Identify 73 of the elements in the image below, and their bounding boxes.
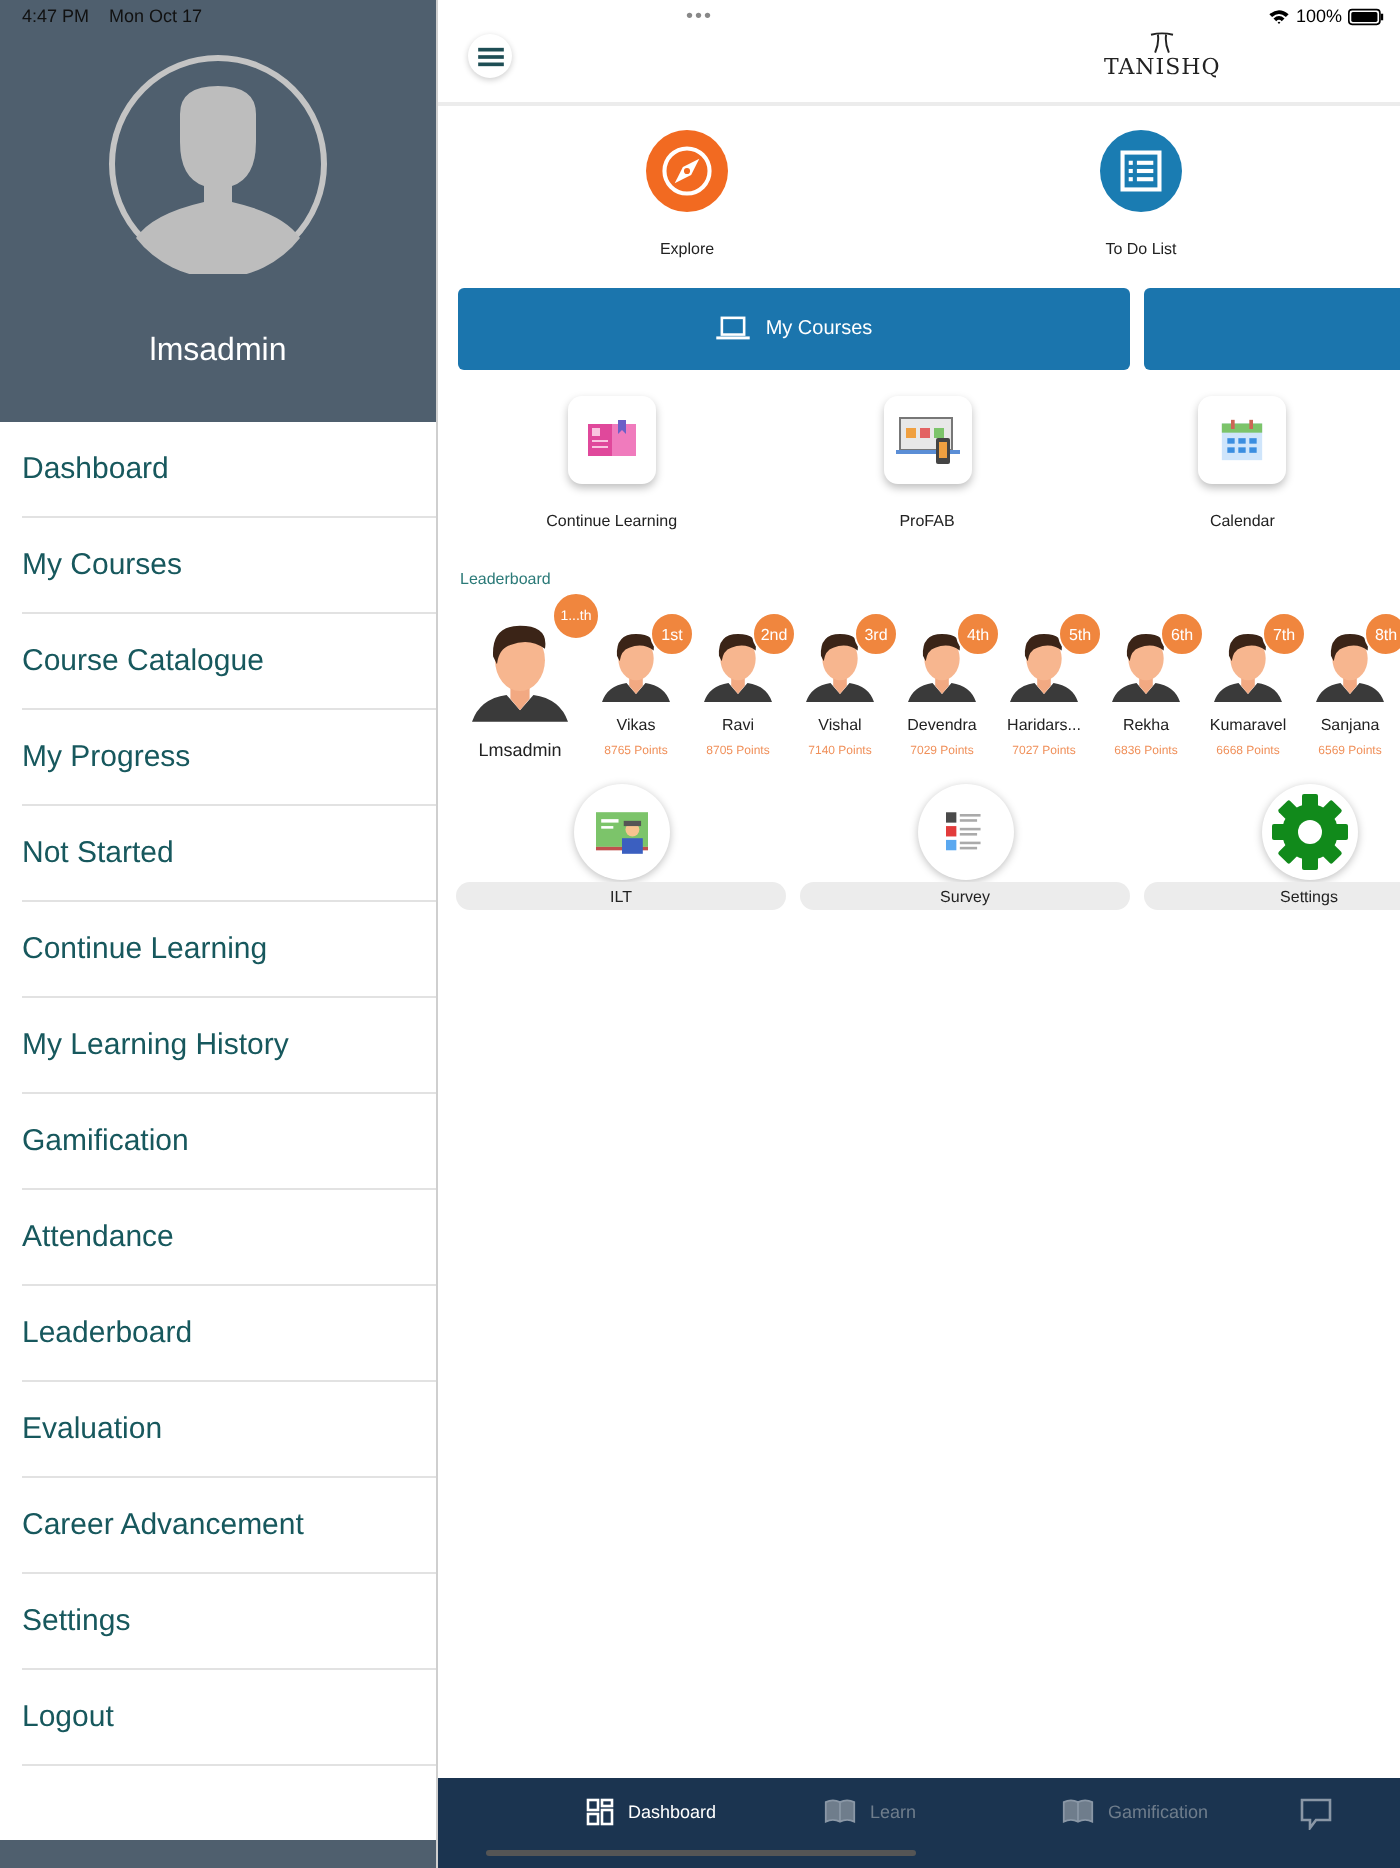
nav-tab[interactable]: Dashboard bbox=[586, 1798, 824, 1826]
menu-item[interactable]: Attendance bbox=[22, 1190, 436, 1286]
rank-badge: 4th bbox=[956, 612, 1000, 656]
rank-badge: 2nd bbox=[752, 612, 796, 656]
laptop-icon bbox=[715, 316, 750, 342]
list-icon[interactable] bbox=[1100, 130, 1182, 212]
shortcut-label: Continue Learning bbox=[546, 512, 678, 530]
user-name: lmsadmin bbox=[149, 334, 287, 370]
module-icon-circle[interactable] bbox=[917, 784, 1013, 880]
status-date: Mon Oct 17 bbox=[109, 6, 203, 26]
menu-item[interactable]: My Learning History bbox=[22, 998, 436, 1094]
compass-icon[interactable] bbox=[646, 130, 728, 212]
rank-badge: 7th bbox=[1262, 612, 1306, 656]
battery-icon bbox=[1348, 7, 1384, 25]
menu-item[interactable]: My Courses bbox=[22, 518, 436, 614]
shortcut-tile[interactable] bbox=[883, 396, 971, 484]
settings-icon bbox=[1269, 792, 1349, 872]
checklist-icon bbox=[946, 811, 984, 853]
leader-name: Lmsadmin bbox=[478, 740, 562, 760]
battery-percent: 100% bbox=[1295, 6, 1342, 26]
shortcut-label: Calendar bbox=[1209, 512, 1275, 530]
book-icon bbox=[587, 420, 636, 460]
menu-item[interactable]: Leaderboard bbox=[22, 1286, 436, 1382]
status-time: 4:47 PM bbox=[22, 6, 90, 26]
shortcut-tile[interactable] bbox=[1198, 396, 1287, 484]
leader-name: Vishal bbox=[818, 716, 862, 734]
action-label: Explore bbox=[659, 240, 715, 258]
rank-badge: 1st bbox=[650, 612, 694, 656]
book-icon bbox=[1062, 1798, 1094, 1824]
menu-button[interactable] bbox=[468, 34, 512, 78]
rank-badge: 3rd bbox=[854, 612, 898, 656]
section-title: Leaderboard bbox=[460, 570, 553, 588]
shortcut-tile[interactable] bbox=[567, 396, 656, 484]
menu-item[interactable]: Continue Learning bbox=[22, 902, 436, 998]
leader-name: Rekha bbox=[1122, 716, 1170, 734]
module-icon-circle[interactable] bbox=[573, 784, 669, 880]
logo-text: TANISHQ bbox=[1104, 54, 1221, 80]
course-button[interactable]: My Courses bbox=[458, 288, 1130, 370]
module-button[interactable]: ILT bbox=[456, 882, 786, 910]
book-icon bbox=[824, 1798, 856, 1824]
classroom-icon bbox=[595, 811, 647, 853]
action-label: To Do List bbox=[1105, 240, 1177, 258]
menu-item[interactable]: Settings bbox=[22, 1574, 436, 1670]
dashboard-icon bbox=[586, 1798, 614, 1826]
leader-name: Haridars... bbox=[1007, 716, 1081, 734]
menu-icon bbox=[477, 45, 503, 67]
module-icon-circle[interactable] bbox=[1261, 784, 1357, 880]
calendar-icon bbox=[1220, 418, 1265, 462]
logo-icon bbox=[1148, 32, 1177, 54]
leader-name: Vikas bbox=[616, 716, 656, 734]
leader-name: Devendra bbox=[907, 716, 977, 734]
menu-item[interactable]: Dashboard bbox=[22, 422, 436, 518]
chat-icon bbox=[1300, 1798, 1332, 1830]
module-button[interactable]: Survey bbox=[800, 882, 1130, 910]
wifi-icon bbox=[1267, 7, 1290, 25]
rank-badge: 8th bbox=[1364, 612, 1400, 656]
menu-item[interactable]: My Progress bbox=[22, 710, 436, 806]
menu-item[interactable]: Not Started bbox=[22, 806, 436, 902]
module-button[interactable]: Settings bbox=[1144, 882, 1400, 910]
leader-name: Sanjana bbox=[1320, 716, 1380, 734]
menu-item[interactable]: Course Catalogue bbox=[22, 614, 436, 710]
shortcut-label: ProFAB bbox=[899, 512, 955, 530]
rank-badge: 5th bbox=[1058, 612, 1102, 656]
avatar-icon bbox=[108, 54, 328, 274]
laptop-mobile-icon bbox=[895, 414, 959, 466]
status-dots: ••• bbox=[686, 5, 714, 27]
leader-name: Kumaravel bbox=[1209, 716, 1287, 734]
menu-item[interactable]: Logout bbox=[22, 1670, 436, 1766]
leader-name: Ravi bbox=[721, 716, 754, 734]
menu-item[interactable]: Gamification bbox=[22, 1094, 436, 1190]
rank-badge: 6th bbox=[1160, 612, 1204, 656]
menu-item[interactable]: Career Advancement bbox=[22, 1478, 436, 1574]
menu-item[interactable]: Evaluation bbox=[22, 1382, 436, 1478]
